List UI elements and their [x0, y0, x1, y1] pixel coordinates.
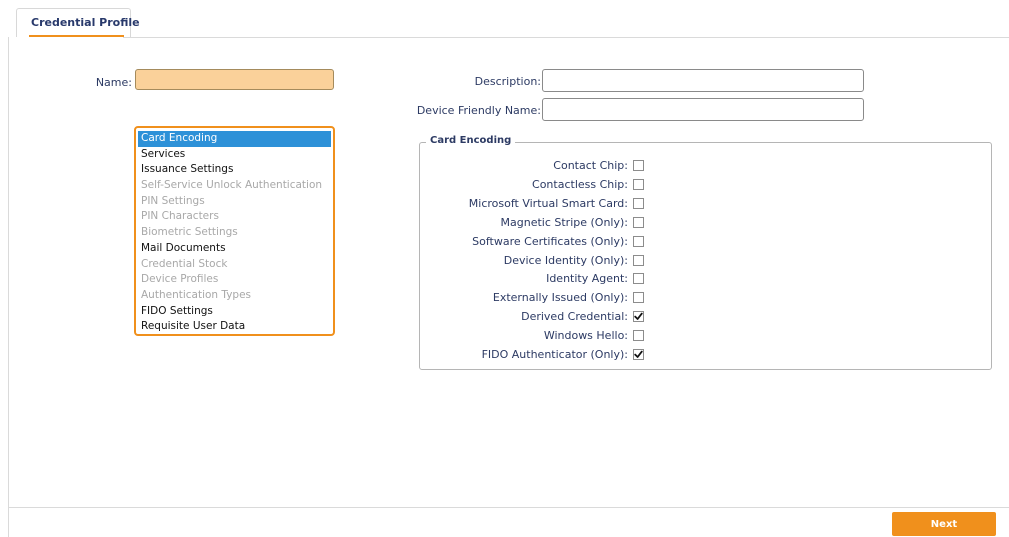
section-list-item: PIN Settings — [141, 194, 205, 207]
tab-bar-divider — [123, 37, 1009, 38]
checkmark-icon — [634, 350, 643, 358]
name-label: Name: — [95, 76, 132, 89]
option-checkbox[interactable] — [633, 197, 644, 209]
card-encoding-legend: Card Encoding — [426, 135, 516, 146]
option-label: Externally Issued (Only): — [492, 291, 628, 305]
option-checkbox[interactable] — [633, 178, 644, 190]
footer-divider — [8, 507, 1009, 508]
next-button[interactable]: Next — [892, 512, 996, 536]
option-checkbox[interactable] — [633, 273, 644, 285]
option-checkbox[interactable] — [633, 292, 644, 304]
option-label: Identity Agent: — [546, 272, 628, 286]
card-encoding-option: FIDO Authenticator (Only): — [420, 347, 650, 363]
card-encoding-option: Contact Chip: — [420, 158, 650, 174]
option-checkbox[interactable] — [633, 235, 644, 247]
section-listbox[interactable]: Card Encoding Services Issuance Settings Se… — [134, 126, 335, 336]
option-checkbox[interactable] — [633, 330, 644, 342]
tab-credential-profile[interactable]: Credential Profile — [16, 8, 140, 37]
option-checkbox[interactable] — [633, 311, 644, 323]
tab-bar: Credential Profile — [8, 0, 1009, 38]
option-label: Contactless Chip: — [532, 177, 628, 191]
card-encoding-option: Software Certificates (Only): — [420, 234, 650, 250]
card-encoding-option: Magnetic Stripe (Only): — [420, 215, 650, 231]
card-encoding-option: Derived Credential: — [420, 309, 650, 325]
section-list-item[interactable]: Card Encoding — [138, 131, 331, 147]
option-label: Derived Credential: — [521, 310, 628, 324]
option-label: Device Identity (Only): — [503, 253, 628, 267]
section-list-item: Credential Stock — [141, 257, 228, 270]
active-tab-indicator — [29, 35, 124, 37]
section-list-item[interactable]: FIDO Settings — [138, 304, 331, 320]
section-list-item: PIN Characters — [141, 210, 219, 223]
card-encoding-option: Windows Hello: — [420, 328, 650, 344]
section-list-item[interactable]: Mail Documents — [138, 241, 331, 257]
option-checkbox[interactable] — [633, 160, 644, 171]
tab-label: Credential Profile — [31, 16, 140, 29]
option-checkbox[interactable] — [633, 254, 644, 266]
section-list-item: Self-Service Unlock Authentication — [141, 179, 323, 192]
section-list-item[interactable]: Issuance Settings — [138, 162, 331, 178]
description-field[interactable] — [542, 69, 864, 92]
name-field[interactable] — [135, 69, 334, 90]
section-list-item: Device Profiles — [141, 273, 219, 286]
option-label: Contact Chip: — [553, 159, 628, 172]
section-list-item[interactable]: Requisite User Data — [138, 319, 331, 335]
device-friendly-name-label: Device Friendly Name: — [416, 104, 541, 117]
option-label: Software Certificates (Only): — [472, 234, 628, 248]
section-list-item[interactable]: Services — [138, 147, 331, 163]
option-checkbox[interactable] — [633, 216, 644, 228]
section-list-item: Biometric Settings — [141, 226, 238, 239]
option-checkbox[interactable] — [633, 349, 644, 360]
card-encoding-option: Identity Agent: — [420, 271, 650, 287]
option-label: Magnetic Stripe (Only): — [500, 215, 628, 229]
card-encoding-option: Contactless Chip: — [420, 177, 650, 193]
checkmark-icon — [634, 312, 643, 321]
option-label: Microsoft Virtual Smart Card: — [468, 196, 628, 210]
card-encoding-option: Device Identity (Only): — [420, 253, 650, 269]
section-list-item: Authentication Types — [141, 288, 252, 301]
option-label: Windows Hello: — [543, 329, 628, 343]
description-label: Description: — [474, 75, 541, 88]
frame-border — [8, 37, 9, 537]
device-friendly-name-field[interactable] — [542, 98, 864, 121]
card-encoding-option: Microsoft Virtual Smart Card: — [420, 196, 650, 212]
option-label: FIDO Authenticator (Only): — [481, 348, 628, 361]
card-encoding-option: Externally Issued (Only): — [420, 290, 650, 306]
